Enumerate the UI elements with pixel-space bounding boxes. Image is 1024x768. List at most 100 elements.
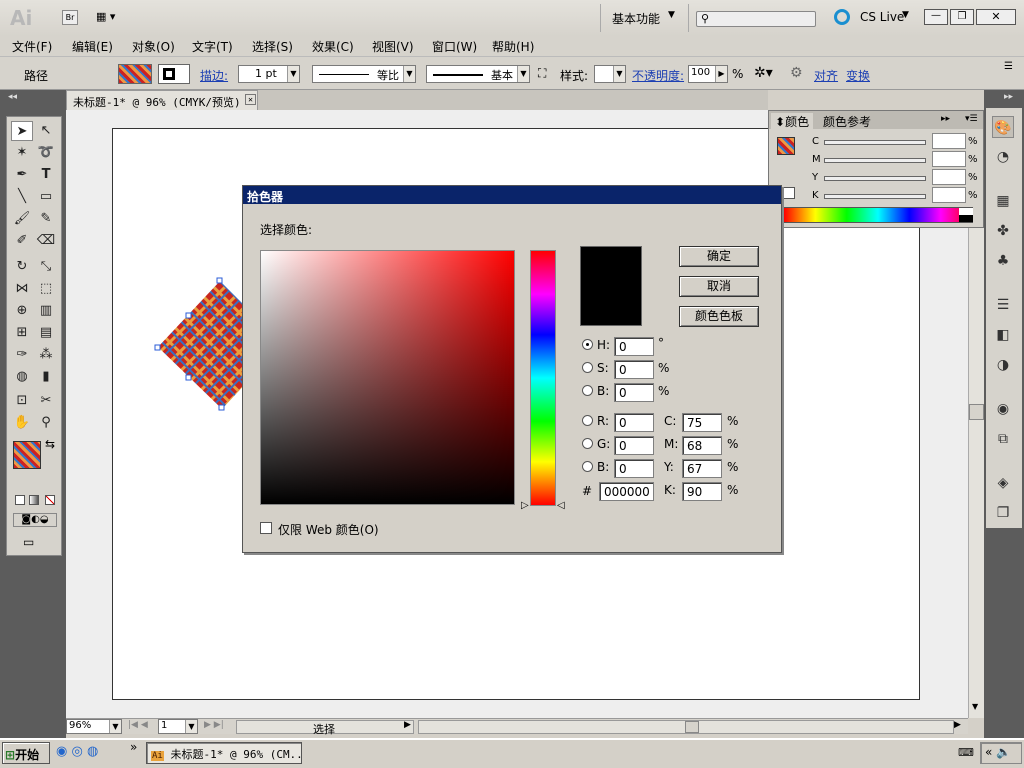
- pencil-tool-icon[interactable]: ✎: [35, 209, 57, 229]
- yellow-slider[interactable]: [824, 176, 926, 181]
- slice-tool-icon[interactable]: ✂: [35, 391, 57, 411]
- search-input[interactable]: ⚲: [696, 11, 816, 27]
- zoom-dropdown[interactable]: 96% ▼: [66, 719, 122, 734]
- white-swatch[interactable]: [959, 208, 973, 215]
- cs-live-menu[interactable]: CS Live: [860, 10, 904, 24]
- menu-view[interactable]: 视图(V): [372, 38, 414, 55]
- scale-tool-icon[interactable]: ⤡: [35, 257, 57, 277]
- horizontal-scrollbar[interactable]: [418, 720, 954, 734]
- tab-color[interactable]: ⬍颜色: [771, 113, 814, 130]
- keyboard-icon[interactable]: ⌨: [958, 746, 974, 759]
- cyan-field[interactable]: 75: [682, 413, 722, 432]
- brightness-field[interactable]: 0: [614, 383, 654, 402]
- hue-slider-left-arrow[interactable]: ▷: [521, 500, 529, 511]
- align-link[interactable]: 对齐: [814, 67, 838, 84]
- swap-colors-icon[interactable]: ⇆: [45, 437, 55, 451]
- web-colors-checkbox[interactable]: [260, 522, 272, 534]
- magenta-field[interactable]: [932, 151, 966, 167]
- color-swatches-button[interactable]: 颜色色板: [679, 306, 759, 327]
- variable-width-profile[interactable]: 等比 ▼: [312, 65, 416, 83]
- fill-swatch-dropdown[interactable]: [118, 64, 152, 84]
- menu-edit[interactable]: 编辑(E): [72, 38, 113, 55]
- panel-menu-icon[interactable]: ☰: [1004, 61, 1013, 72]
- artboard-number-dropdown[interactable]: 1 ▼: [158, 719, 198, 734]
- chevron-down-icon[interactable]: ▼: [109, 720, 121, 733]
- perspective-grid-tool-icon[interactable]: ▥: [35, 301, 57, 321]
- direct-selection-tool-icon[interactable]: ↖: [35, 121, 57, 141]
- shape-builder-tool-icon[interactable]: ⊕: [11, 301, 33, 321]
- menu-effect[interactable]: 效果(C): [312, 38, 354, 55]
- symbol-sprayer-tool-icon[interactable]: ◍: [11, 367, 33, 387]
- brush-definition[interactable]: 基本 ▼: [426, 65, 530, 83]
- bridge-button[interactable]: Br: [62, 10, 78, 25]
- cyan-slider[interactable]: [824, 140, 926, 145]
- saturation-radio[interactable]: [582, 362, 593, 373]
- status-menu-icon[interactable]: ▶: [404, 720, 411, 730]
- artboards-icon[interactable]: ❐: [992, 502, 1014, 524]
- hand-tool-icon[interactable]: ✋: [11, 413, 33, 433]
- chevron-down-icon[interactable]: ▼: [668, 10, 675, 20]
- last-artboard-icon[interactable]: ▶ ▶|: [204, 720, 224, 730]
- rectangle-tool-icon[interactable]: ▭: [35, 187, 57, 207]
- black-swatch[interactable]: [959, 215, 973, 222]
- gear-icon[interactable]: ⚙: [790, 65, 803, 81]
- gradient-icon[interactable]: ◧: [992, 324, 1014, 346]
- menu-file[interactable]: 文件(F): [12, 38, 52, 55]
- arrange-documents-icon[interactable]: ▦ ▾: [96, 10, 124, 25]
- menu-type[interactable]: 文字(T): [192, 38, 233, 55]
- black-field[interactable]: 90: [682, 482, 722, 501]
- start-button[interactable]: ⊞开始: [2, 742, 50, 764]
- color-spectrum[interactable]: [783, 207, 973, 223]
- menu-object[interactable]: 对象(O): [132, 38, 175, 55]
- free-transform-tool-icon[interactable]: ⬚: [35, 279, 57, 299]
- none-swatch[interactable]: [783, 187, 795, 199]
- brightness-radio[interactable]: [582, 385, 593, 396]
- blue-radio[interactable]: [582, 461, 593, 472]
- stroke-link[interactable]: 描边:: [200, 67, 228, 84]
- blob-brush-tool-icon[interactable]: ✐: [11, 231, 33, 251]
- draw-mode-icon[interactable]: ◙◐◒: [13, 513, 57, 527]
- fill-color-swatch[interactable]: [777, 137, 795, 155]
- opacity-link[interactable]: 不透明度:: [632, 67, 684, 84]
- cyan-field[interactable]: [932, 133, 966, 149]
- graphic-style-dropdown[interactable]: ▼: [594, 65, 626, 83]
- document-tab[interactable]: 未标题-1* @ 96% (CMYK/预览) ✕: [66, 90, 258, 110]
- magic-wand-tool-icon[interactable]: ✶: [11, 143, 33, 163]
- yellow-field[interactable]: [932, 169, 966, 185]
- green-field[interactable]: 0: [614, 436, 654, 455]
- eraser-tool-icon[interactable]: ⌫: [35, 231, 57, 251]
- hue-slider-right-arrow[interactable]: ◁: [557, 500, 565, 511]
- scroll-right-icon[interactable]: ▶: [954, 720, 961, 730]
- column-graph-tool-icon[interactable]: ▮: [35, 367, 57, 387]
- menu-select[interactable]: 选择(S): [252, 38, 293, 55]
- blend-tool-icon[interactable]: ⁂: [35, 345, 57, 365]
- chevron-down-icon[interactable]: ▼: [185, 720, 197, 733]
- gradient-mode-icon[interactable]: [29, 495, 39, 505]
- chevron-down-icon[interactable]: ▼: [517, 66, 529, 82]
- status-tool-display[interactable]: 选择: [236, 720, 414, 736]
- ok-button[interactable]: 确定: [679, 246, 759, 267]
- graphic-styles-icon[interactable]: ⧉: [992, 428, 1014, 450]
- chevron-down-icon[interactable]: ▼: [902, 10, 909, 20]
- collapse-icon[interactable]: ▸▸: [1004, 92, 1013, 102]
- red-radio[interactable]: [582, 415, 593, 426]
- gradient-tool-icon[interactable]: ▤: [35, 323, 57, 343]
- black-field[interactable]: [932, 187, 966, 203]
- pen-tool-icon[interactable]: ✒: [11, 165, 33, 185]
- yellow-field[interactable]: 67: [682, 459, 722, 478]
- close-button[interactable]: ✕: [976, 9, 1016, 25]
- close-tab-icon[interactable]: ✕: [245, 94, 256, 105]
- magenta-field[interactable]: 68: [682, 436, 722, 455]
- hue-slider[interactable]: [530, 250, 556, 506]
- minimize-button[interactable]: —: [924, 9, 948, 25]
- fill-color-swatch[interactable]: [13, 441, 41, 469]
- eyedropper-tool-icon[interactable]: ✑: [11, 345, 33, 365]
- swatches-icon[interactable]: ▦: [992, 190, 1014, 212]
- none-mode-icon[interactable]: [45, 495, 55, 505]
- artboard-tool-icon[interactable]: ⊡: [11, 391, 33, 411]
- recolor-artwork-icon[interactable]: ✲▾: [754, 65, 773, 81]
- hex-field[interactable]: 000000: [599, 482, 654, 501]
- system-tray[interactable]: « 🔈: [980, 742, 1022, 764]
- collapse-icon[interactable]: ◂◂: [8, 92, 17, 102]
- menu-window[interactable]: 窗口(W): [432, 38, 477, 55]
